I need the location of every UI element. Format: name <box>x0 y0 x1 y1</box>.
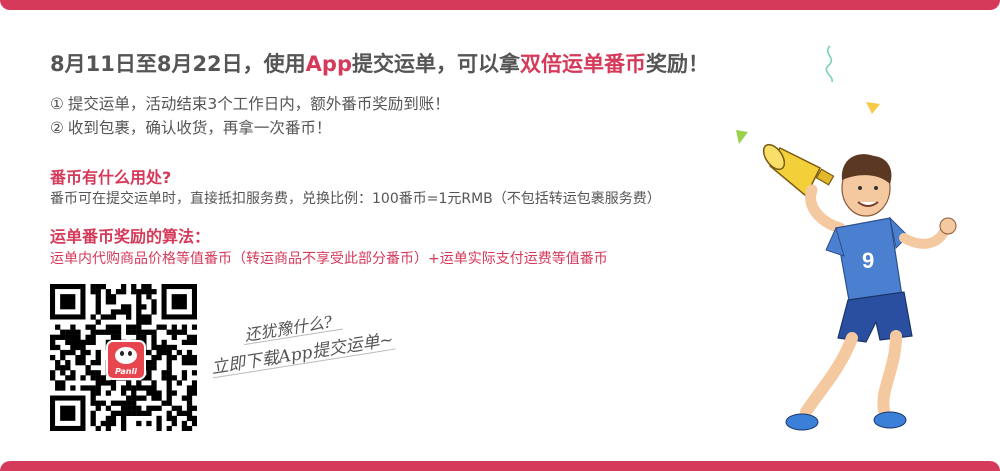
coin-usage-title: 番币有什么用处? <box>50 168 172 187</box>
top-accent-bar <box>0 0 1000 10</box>
headline: 8月11日至8月22日，使用App提交运单，可以拿双倍运单番币奖励！ <box>50 48 709 78</box>
headline-end-text: 奖励！ <box>646 52 709 76</box>
logo-text: Panli <box>115 367 137 376</box>
benefit-text: 提交运单，活动结束3个工作日内，额外番币奖励到账！ <box>67 95 450 113</box>
bottom-accent-bar <box>0 461 1000 471</box>
reward-formula-title: 运单番币奖励的算法： <box>50 227 211 246</box>
app-download-qr-code[interactable]: Panli <box>50 284 198 432</box>
mascot-cheering-figure: 9 <box>762 143 957 431</box>
coin-usage-text: 番币可在提交运单时，直接抵扣服务费，兑换比例：100番币=1元RMB（不包括转运… <box>50 191 661 207</box>
panli-logo-icon: Panli <box>106 340 146 380</box>
benefit-item: ① 提交运单，活动结束3个工作日内，额外番币奖励到账！ <box>50 92 450 116</box>
promo-banner: 8月11日至8月22日，使用App提交运单，可以拿双倍运单番币奖励！ ① 提交运单… <box>0 10 1000 461</box>
benefit-item: ② 收到包裹，确认收货，再拿一次番币！ <box>50 116 450 140</box>
benefit-number: ① <box>50 95 64 113</box>
squiggle-decoration-icon <box>825 45 833 83</box>
benefit-number: ② <box>50 119 64 137</box>
download-callout: 还犹豫什么? 立即下载App提交运单~ <box>205 297 413 397</box>
headline-highlight-text: 双倍运单番币 <box>520 52 646 76</box>
jersey-number: 9 <box>862 248 874 273</box>
benefit-text: 收到包裹，确认收货，再拿一次番币！ <box>67 119 332 137</box>
headline-date-text: 8月11日至8月22日，使用 <box>50 52 306 76</box>
benefit-list: ① 提交运单，活动结束3个工作日内，额外番币奖励到账！ ② 收到包裹，确认收货，再拿… <box>50 92 450 140</box>
headline-app-text: App <box>305 52 352 76</box>
headline-middle-text: 提交运单，可以拿 <box>352 52 520 76</box>
reward-formula-text: 运单内代购商品价格等值番币（转运商品不享受此部分番币）+运单实际支付运费等值番币 <box>50 251 608 267</box>
